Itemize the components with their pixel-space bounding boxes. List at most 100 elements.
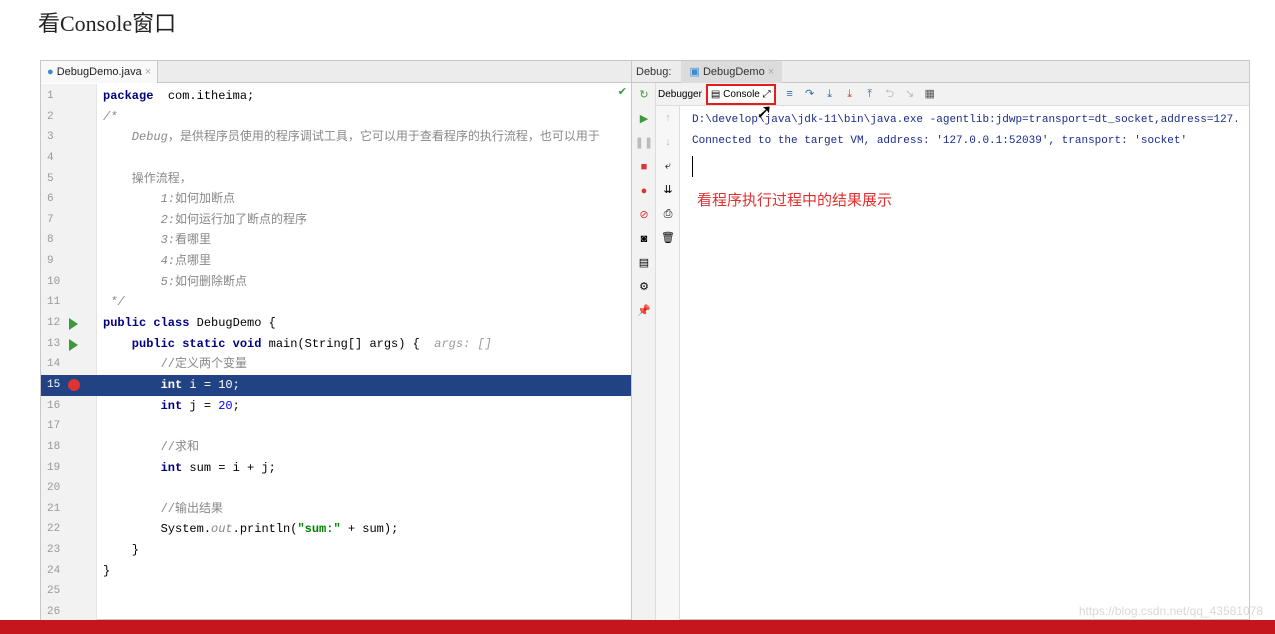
code-line[interactable]: 12 public class DebugDemo { xyxy=(41,313,631,334)
code-line[interactable]: 5 操作流程， xyxy=(41,169,631,190)
code-line[interactable]: 25 xyxy=(41,581,631,602)
wrap-icon[interactable]: ⤶ xyxy=(656,154,680,178)
debug-session-tab[interactable]: ▣ DebugDemo × xyxy=(681,61,783,83)
code-line[interactable]: 11 */ xyxy=(41,292,631,313)
code-token: 点哪里 xyxy=(175,254,212,269)
debug-panel: Debug: ▣ DebugDemo × ↻ ▶ ❚❚ ■ ● ⊘ ◙ ▤ ⚙ 📌… xyxy=(631,61,1249,621)
line-number[interactable]: 25 xyxy=(47,581,60,602)
close-icon[interactable]: × xyxy=(768,66,774,78)
line-number[interactable]: 15 xyxy=(47,375,60,396)
pin-icon[interactable]: 📌 xyxy=(632,299,656,323)
code-text: package com.itheima; xyxy=(103,86,254,107)
code-token: //输出结果 xyxy=(103,501,224,516)
close-icon[interactable]: × xyxy=(145,66,151,78)
console-output[interactable]: D:\develop\java\jdk-11\bin\java.exe -age… xyxy=(680,106,1249,621)
code-line[interactable]: 10 5:如何删除断点 xyxy=(41,272,631,293)
line-number[interactable]: 22 xyxy=(47,519,60,540)
down-icon[interactable]: ↓ xyxy=(656,130,680,154)
code-line[interactable]: 22 System.out.println("sum:" + sum); xyxy=(41,519,631,540)
code-line[interactable]: 2 /* xyxy=(41,107,631,128)
code-line[interactable]: 1 package com.itheima; xyxy=(41,86,631,107)
code-line[interactable]: 23 } xyxy=(41,540,631,561)
line-number[interactable]: 9 xyxy=(47,251,54,272)
code-token: DebugDemo { xyxy=(189,316,276,331)
line-number[interactable]: 13 xyxy=(47,334,60,355)
pause-icon[interactable]: ❚❚ xyxy=(632,131,656,155)
line-number[interactable]: 1 xyxy=(47,86,54,107)
resume-icon[interactable]: ▶ xyxy=(632,107,656,131)
run-to-cursor-icon[interactable]: ↘ xyxy=(900,83,920,106)
line-number[interactable]: 8 xyxy=(47,230,54,251)
line-number[interactable]: 7 xyxy=(47,210,54,231)
line-number[interactable]: 6 xyxy=(47,189,54,210)
code-line[interactable]: 6 1:如何加断点 xyxy=(41,189,631,210)
step-out-icon[interactable]: ⤒ xyxy=(860,83,880,106)
line-number[interactable]: 18 xyxy=(47,437,60,458)
settings-icon[interactable]: ⚙ xyxy=(632,275,656,299)
code-line[interactable]: 21 //输出结果 xyxy=(41,499,631,520)
line-number[interactable]: 17 xyxy=(47,416,60,437)
code-line[interactable]: 13 public static void main(String[] args… xyxy=(41,334,631,355)
trash-icon[interactable]: 🗑 xyxy=(656,226,680,250)
line-number[interactable]: 23 xyxy=(47,540,60,561)
code-token: /* xyxy=(103,109,118,124)
code-line[interactable]: 17 xyxy=(41,416,631,437)
code-line[interactable]: 9 4:点哪里 xyxy=(41,251,631,272)
mute-breakpoints-icon[interactable]: ⊘ xyxy=(632,203,656,227)
code-line[interactable]: 8 3:看哪里 xyxy=(41,230,631,251)
scroll-end-icon[interactable]: ⇊ xyxy=(656,178,680,202)
line-number[interactable]: 3 xyxy=(47,127,54,148)
code-line[interactable]: 16 int j = 20; xyxy=(41,396,631,417)
line-number[interactable]: 19 xyxy=(47,458,60,479)
code-token: Debug xyxy=(103,130,168,145)
code-text: 2:如何运行加了断点的程序 xyxy=(103,210,307,231)
step-over-icon[interactable]: ↷ xyxy=(800,83,820,106)
line-number[interactable]: 5 xyxy=(47,169,54,190)
rerun-icon[interactable]: ↻ xyxy=(632,83,656,107)
view-breakpoints-icon[interactable]: ● xyxy=(632,179,656,203)
line-number[interactable]: 10 xyxy=(47,272,60,293)
evaluate-icon[interactable]: ▦ xyxy=(920,83,940,106)
code-line[interactable]: 15 int i = 10; xyxy=(41,374,631,396)
run-icon[interactable] xyxy=(69,338,78,351)
line-number[interactable]: 2 xyxy=(47,107,54,128)
code-line[interactable]: 3 Debug，是供程序员使用的程序调试工具，它可以用于查看程序的执行流程，也可… xyxy=(41,127,631,148)
stop-icon[interactable]: ■ xyxy=(632,155,656,179)
up-icon[interactable]: ↑ xyxy=(656,106,680,130)
code-line[interactable]: 20 xyxy=(41,478,631,499)
code-line[interactable]: 24} xyxy=(41,561,631,582)
line-number[interactable]: 21 xyxy=(47,499,60,520)
code-line[interactable]: 14 //定义两个变量 xyxy=(41,354,631,375)
line-number[interactable]: 16 xyxy=(47,396,60,417)
code-lines[interactable]: 1 package com.itheima; 2 /* 3 Debug，是供程序员使用的… xyxy=(41,86,631,623)
code-line[interactable]: 19 int sum = i + j; xyxy=(41,458,631,479)
frames-icon[interactable]: ≡ xyxy=(780,83,800,106)
code-text: } xyxy=(103,561,110,582)
print-icon[interactable]: ⎙ xyxy=(656,202,680,226)
drop-frame-icon[interactable]: ⮌ xyxy=(880,83,900,106)
code-line[interactable]: 18 //求和 xyxy=(41,437,631,458)
line-number[interactable]: 12 xyxy=(47,313,60,334)
ide-window: ● DebugDemo.java × ✔ 1 package com.itheim… xyxy=(40,60,1250,623)
run-icon[interactable] xyxy=(69,318,78,331)
code-token: 3: xyxy=(103,233,176,248)
layout-icon[interactable]: ▤ xyxy=(632,251,656,275)
camera-icon[interactable]: ◙ xyxy=(632,227,656,251)
editor-tab[interactable]: ● DebugDemo.java × xyxy=(41,61,159,83)
code-token: public static void xyxy=(103,336,262,351)
tab-debugger[interactable]: Debugger xyxy=(658,89,702,100)
step-into-icon[interactable]: ⤓ xyxy=(820,83,840,106)
code-line[interactable]: 4 xyxy=(41,148,631,169)
line-number[interactable]: 14 xyxy=(47,354,60,375)
code-token: } xyxy=(103,563,111,578)
code-line[interactable]: 7 2:如何运行加了断点的程序 xyxy=(41,210,631,231)
line-number[interactable]: 11 xyxy=(47,292,60,313)
line-number[interactable]: 24 xyxy=(47,561,60,582)
debug-side-toolbar: ↻ ▶ ❚❚ ■ ● ⊘ ◙ ▤ ⚙ 📌 xyxy=(632,83,656,621)
force-step-into-icon[interactable]: ⤓ xyxy=(840,83,860,106)
line-number[interactable]: 20 xyxy=(47,478,60,499)
breakpoint-icon[interactable] xyxy=(68,378,80,391)
line-number[interactable]: 4 xyxy=(47,148,54,169)
code-token: package xyxy=(103,89,154,103)
code-token: 如何加断点 xyxy=(175,192,236,207)
